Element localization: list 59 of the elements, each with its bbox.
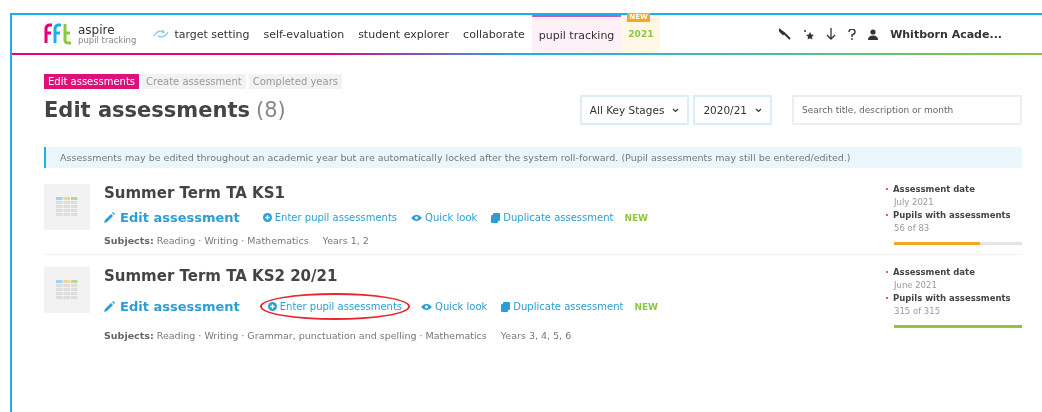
meta-label: Pupils with assessments [893, 293, 1011, 303]
tab[interactable]: Create assessment [142, 74, 246, 89]
meta-value: 56 of 83 [893, 223, 931, 233]
edit-link[interactable]: Edit assessment [104, 210, 240, 225]
filter-dropdown[interactable]: All Key Stages [579, 95, 690, 125]
wrench-icon[interactable] [779, 28, 792, 40]
action-link[interactable]: Duplicate assessment [488, 210, 617, 225]
action-link[interactable]: Enter pupil assessments [259, 210, 401, 225]
action-link[interactable]: Quick look [408, 210, 481, 225]
download-icon[interactable] [826, 28, 837, 40]
meta-label: Assessment date [893, 267, 975, 277]
new-label: NEW [624, 212, 648, 223]
copy-icon [501, 301, 511, 312]
nav-item[interactable]: self-evaluation [256, 15, 352, 53]
meta-value: 315 of 315 [893, 306, 942, 316]
meta-value: July 2021 [892, 197, 935, 207]
years-text: Years 3, 4, 5, 6 [500, 330, 572, 341]
new-label: NEW [634, 301, 658, 312]
info-banner: Assessments may be edited throughout an academic year but are automatically locked after the system roll-forward. (Pupil assessments may still be entered/edited.) [44, 147, 1022, 168]
eye-icon [421, 302, 433, 311]
assessment-title: Summer Term TA KS1 [104, 184, 286, 202]
meta-value: June 2021 [892, 280, 938, 290]
nav-item[interactable]: target setting [146, 15, 257, 53]
table-thumbnail [44, 184, 90, 230]
logo-text: aspire [78, 23, 115, 36]
user-icon[interactable] [868, 28, 879, 40]
table-thumbnail [44, 267, 90, 313]
meta-label: Assessment date [893, 184, 975, 194]
tab[interactable]: Edit assessments [44, 74, 140, 89]
action-link[interactable]: Quick look [418, 299, 491, 314]
eye-icon [411, 213, 423, 222]
stars-icon[interactable] [803, 28, 815, 40]
pencil-icon [104, 212, 115, 223]
subjects-text: Subjects: Reading · Writing · Grammar, punctuation and spelling · Mathematics [104, 330, 487, 341]
action-link[interactable]: Enter pupil assessments [259, 293, 411, 320]
assessment-count: (8) [255, 98, 286, 122]
subjects-text: Subjects: Reading · Writing · Mathematics [104, 235, 309, 246]
chevron-down-icon [755, 107, 762, 113]
logo-icon [44, 23, 72, 45]
years-text: Years 1, 2 [322, 235, 369, 246]
filter-dropdown[interactable]: 2020/21 [693, 95, 772, 125]
school-name[interactable]: Whitborn Acade... [890, 27, 1002, 41]
nav-item[interactable]: pupil tracking [531, 15, 622, 53]
plus-circle-icon [267, 302, 277, 311]
nav-item[interactable]: student explorer [351, 15, 457, 53]
nav-item[interactable]: collaborate [456, 15, 532, 53]
search-field[interactable]: Search title, description or month [792, 95, 1022, 125]
action-link[interactable]: Duplicate assessment [498, 299, 627, 314]
assessment-title: Summer Term TA KS2 20/21 [104, 267, 339, 285]
chevron-down-icon [672, 107, 680, 113]
copy-icon [491, 212, 501, 223]
logo-subtitle: pupil tracking [78, 35, 137, 45]
plus-circle-icon [262, 213, 272, 222]
help-icon[interactable] [848, 28, 857, 40]
meta-label: Pupils with assessments [893, 210, 1011, 220]
tab[interactable]: Completed years [248, 74, 342, 89]
pencil-icon [104, 301, 115, 312]
edit-link[interactable]: Edit assessment [104, 299, 240, 314]
page-title: Edit assessments [44, 98, 250, 122]
